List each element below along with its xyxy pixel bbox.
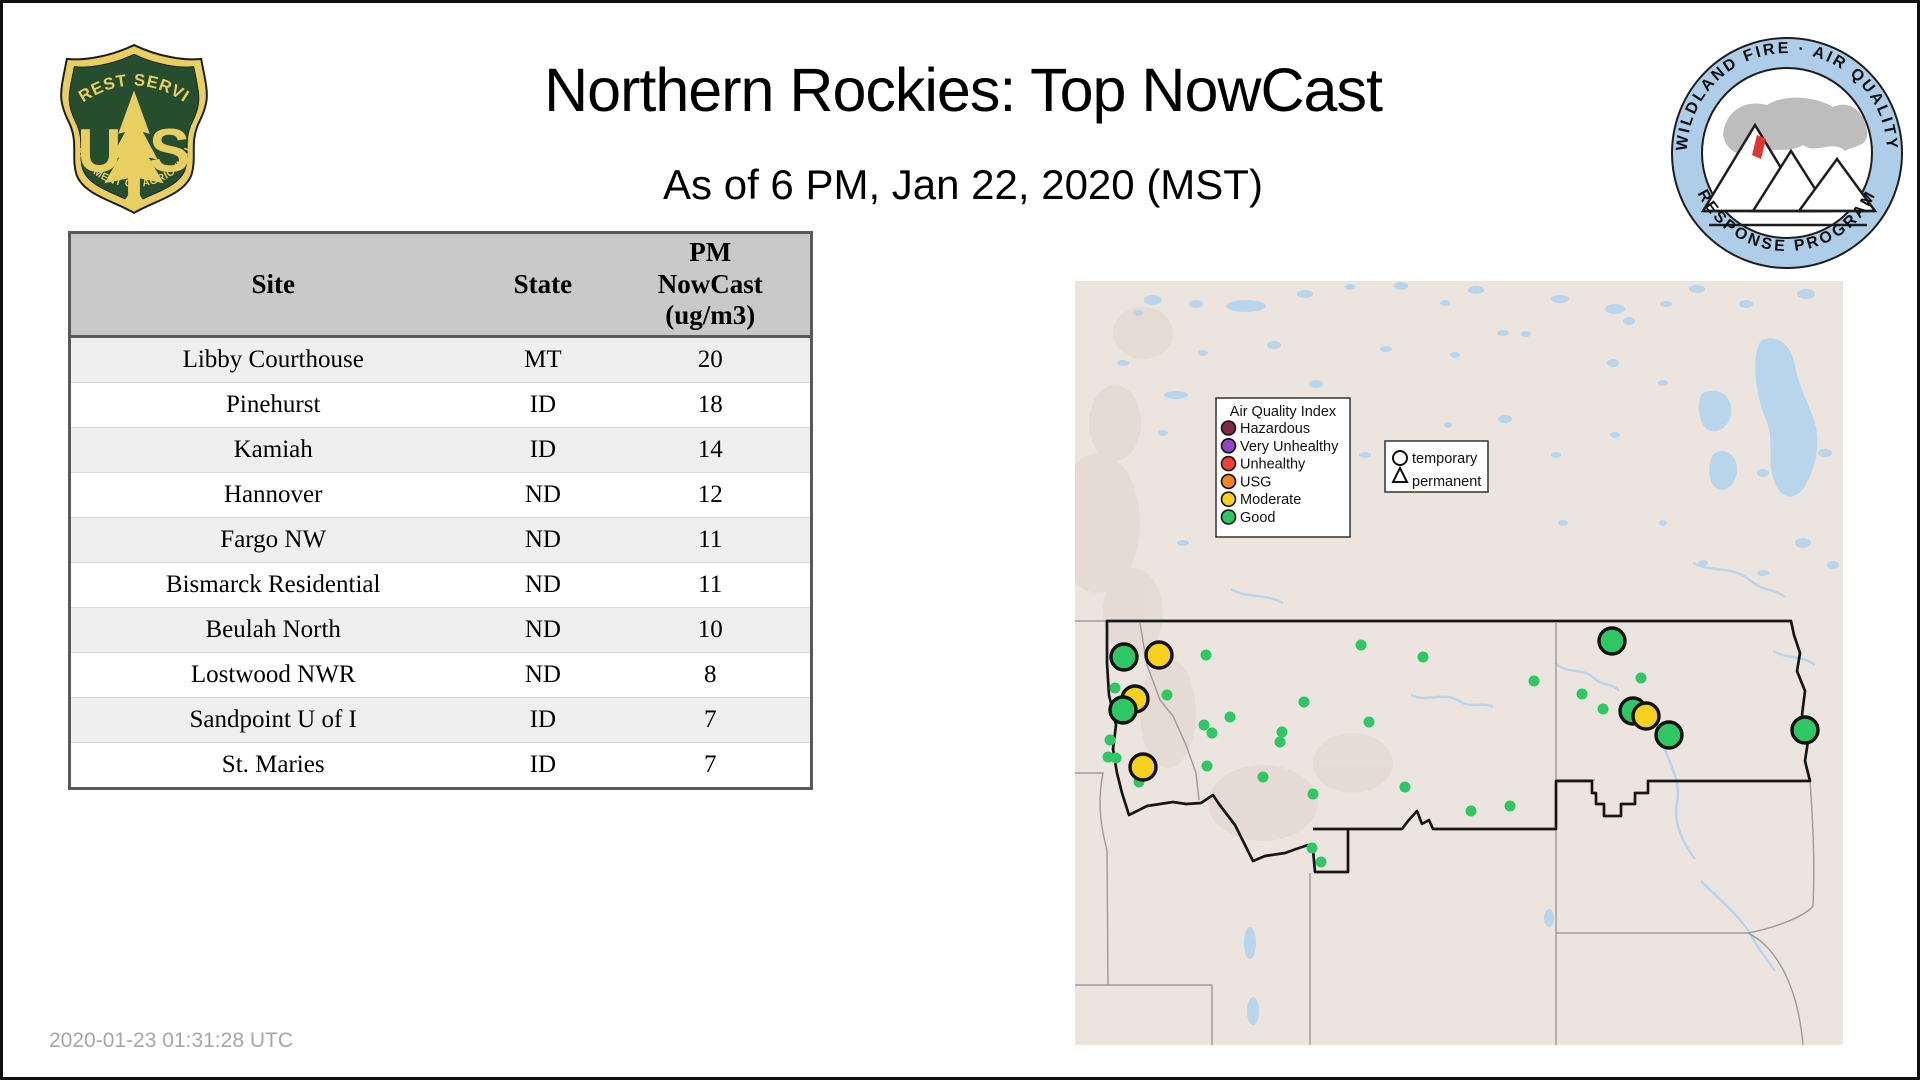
temporary-label: temporary	[1412, 451, 1478, 467]
table-row[interactable]: Lostwood NWR ND 8	[69, 652, 812, 698]
slide-frame: FOREST SERVICE U S DEPARTMENT OF AGRICUL…	[0, 0, 1920, 1080]
table-row[interactable]: Fargo NW ND 11	[69, 517, 812, 563]
legend-label: Unhealthy	[1240, 457, 1306, 473]
table-row[interactable]: Libby Courthouse MT 20	[69, 336, 812, 383]
monitor-dot[interactable]	[1110, 752, 1122, 764]
page-subtitle: As of 6 PM, Jan 22, 2020 (MST)	[663, 161, 1263, 208]
legend-label: Good	[1240, 510, 1275, 526]
table-row[interactable]: Beulah North ND 10	[69, 607, 812, 653]
monitor-dot[interactable]	[1399, 781, 1411, 793]
table-row[interactable]: Pinehurst ID 18	[69, 382, 812, 428]
monitor-dot[interactable]	[1257, 771, 1269, 783]
permanent-label: permanent	[1412, 474, 1481, 490]
monitor-dot[interactable]	[1104, 734, 1116, 746]
monitor-dot[interactable]	[1306, 842, 1318, 854]
table-row[interactable]: Hannover ND 12	[69, 472, 812, 518]
site-marker-st-maries[interactable]	[1108, 695, 1138, 725]
monitor-dot[interactable]	[1355, 639, 1367, 651]
table-row[interactable]: Bismarck Residential ND 11	[69, 562, 812, 608]
monitor-type-legend: temporary permanent	[1384, 440, 1489, 493]
site-marker-bismarck-residential[interactable]	[1654, 720, 1684, 750]
legend-swatch-unhealthy	[1220, 455, 1237, 472]
monitor-dot[interactable]	[1201, 760, 1213, 772]
wfaqrp-inner-circle	[1701, 67, 1873, 239]
monitor-dot[interactable]	[1597, 703, 1609, 715]
legend-swatch-good	[1220, 509, 1237, 525]
site-marker-kamiah[interactable]	[1128, 752, 1158, 782]
monitor-dot[interactable]	[1198, 719, 1210, 731]
wfaqrp-logo: WILDLAND FIRE · AIR QUALITY RESPONSE PRO…	[1671, 37, 1903, 269]
page-title: Northern Rockies: Top NowCast	[544, 56, 1383, 124]
aqi-legend-title: Air Quality Index	[1230, 404, 1337, 420]
monitor-dot[interactable]	[1504, 800, 1516, 812]
site-marker-libby-courthouse[interactable]	[1144, 640, 1174, 670]
legend-swatch-very-unhealthy	[1220, 437, 1237, 454]
monitor-dot[interactable]	[1635, 672, 1647, 684]
legend-label: Hazardous	[1240, 421, 1310, 437]
column-header-pm[interactable]: PM NowCast (ug/m3)	[610, 232, 812, 338]
generated-timestamp: 2020-01-23 01:31:28 UTC	[49, 1029, 293, 1052]
table-row[interactable]: St. Maries ID 7	[69, 742, 812, 789]
monitor-dot[interactable]	[1576, 688, 1588, 700]
monitor-dot[interactable]	[1528, 675, 1540, 687]
legend-swatch-hazardous	[1220, 420, 1237, 436]
monitor-dot[interactable]	[1363, 716, 1375, 728]
monitor-dot[interactable]	[1109, 682, 1121, 694]
top-nowcast-table: Site State PM NowCast (ug/m3) Libby Cour…	[68, 231, 813, 790]
monitor-dot[interactable]	[1315, 856, 1327, 868]
site-marker-hannover[interactable]	[1631, 701, 1661, 731]
table-row[interactable]: Kamiah ID 14	[69, 427, 812, 473]
column-header-site[interactable]: Site	[69, 232, 476, 338]
monitor-dot[interactable]	[1224, 711, 1236, 723]
table-row[interactable]: Sandpoint U of I ID 7	[69, 697, 812, 743]
monitor-dot[interactable]	[1161, 689, 1173, 701]
column-header-state[interactable]: State	[475, 232, 611, 338]
monitor-dot[interactable]	[1307, 788, 1319, 800]
table-header-row: Site State PM NowCast (ug/m3)	[69, 232, 812, 338]
map-terrain-background	[1075, 281, 1843, 1045]
monitor-dot[interactable]	[1276, 726, 1288, 738]
legend-label: Very Unhealthy	[1240, 439, 1339, 455]
monitor-dot[interactable]	[1274, 736, 1286, 748]
monitor-dot[interactable]	[1206, 727, 1218, 739]
monitor-dot[interactable]	[1200, 649, 1212, 661]
legend-swatch-usg	[1220, 473, 1237, 490]
legend-swatch-moderate	[1220, 491, 1237, 508]
aqi-map[interactable]: Air Quality Index Hazardous Very Unhealth…	[1056, 281, 1843, 1046]
legend-label: Moderate	[1240, 492, 1301, 508]
aqi-legend: Air Quality Index Hazardous Very Unhealth…	[1215, 397, 1351, 538]
monitor-dot[interactable]	[1417, 651, 1429, 663]
monitor-dot[interactable]	[1298, 696, 1310, 708]
site-table-body: Libby Courthouse MT 20 Pinehurst ID 18 Kamiah I…	[69, 336, 812, 789]
site-marker-fargo-nw[interactable]	[1790, 715, 1820, 745]
monitor-dot[interactable]	[1465, 805, 1477, 817]
site-marker-lostwood-nwr[interactable]	[1597, 626, 1627, 656]
site-marker-sandpoint-u-of-i[interactable]	[1109, 642, 1139, 672]
legend-label: USG	[1240, 474, 1271, 490]
